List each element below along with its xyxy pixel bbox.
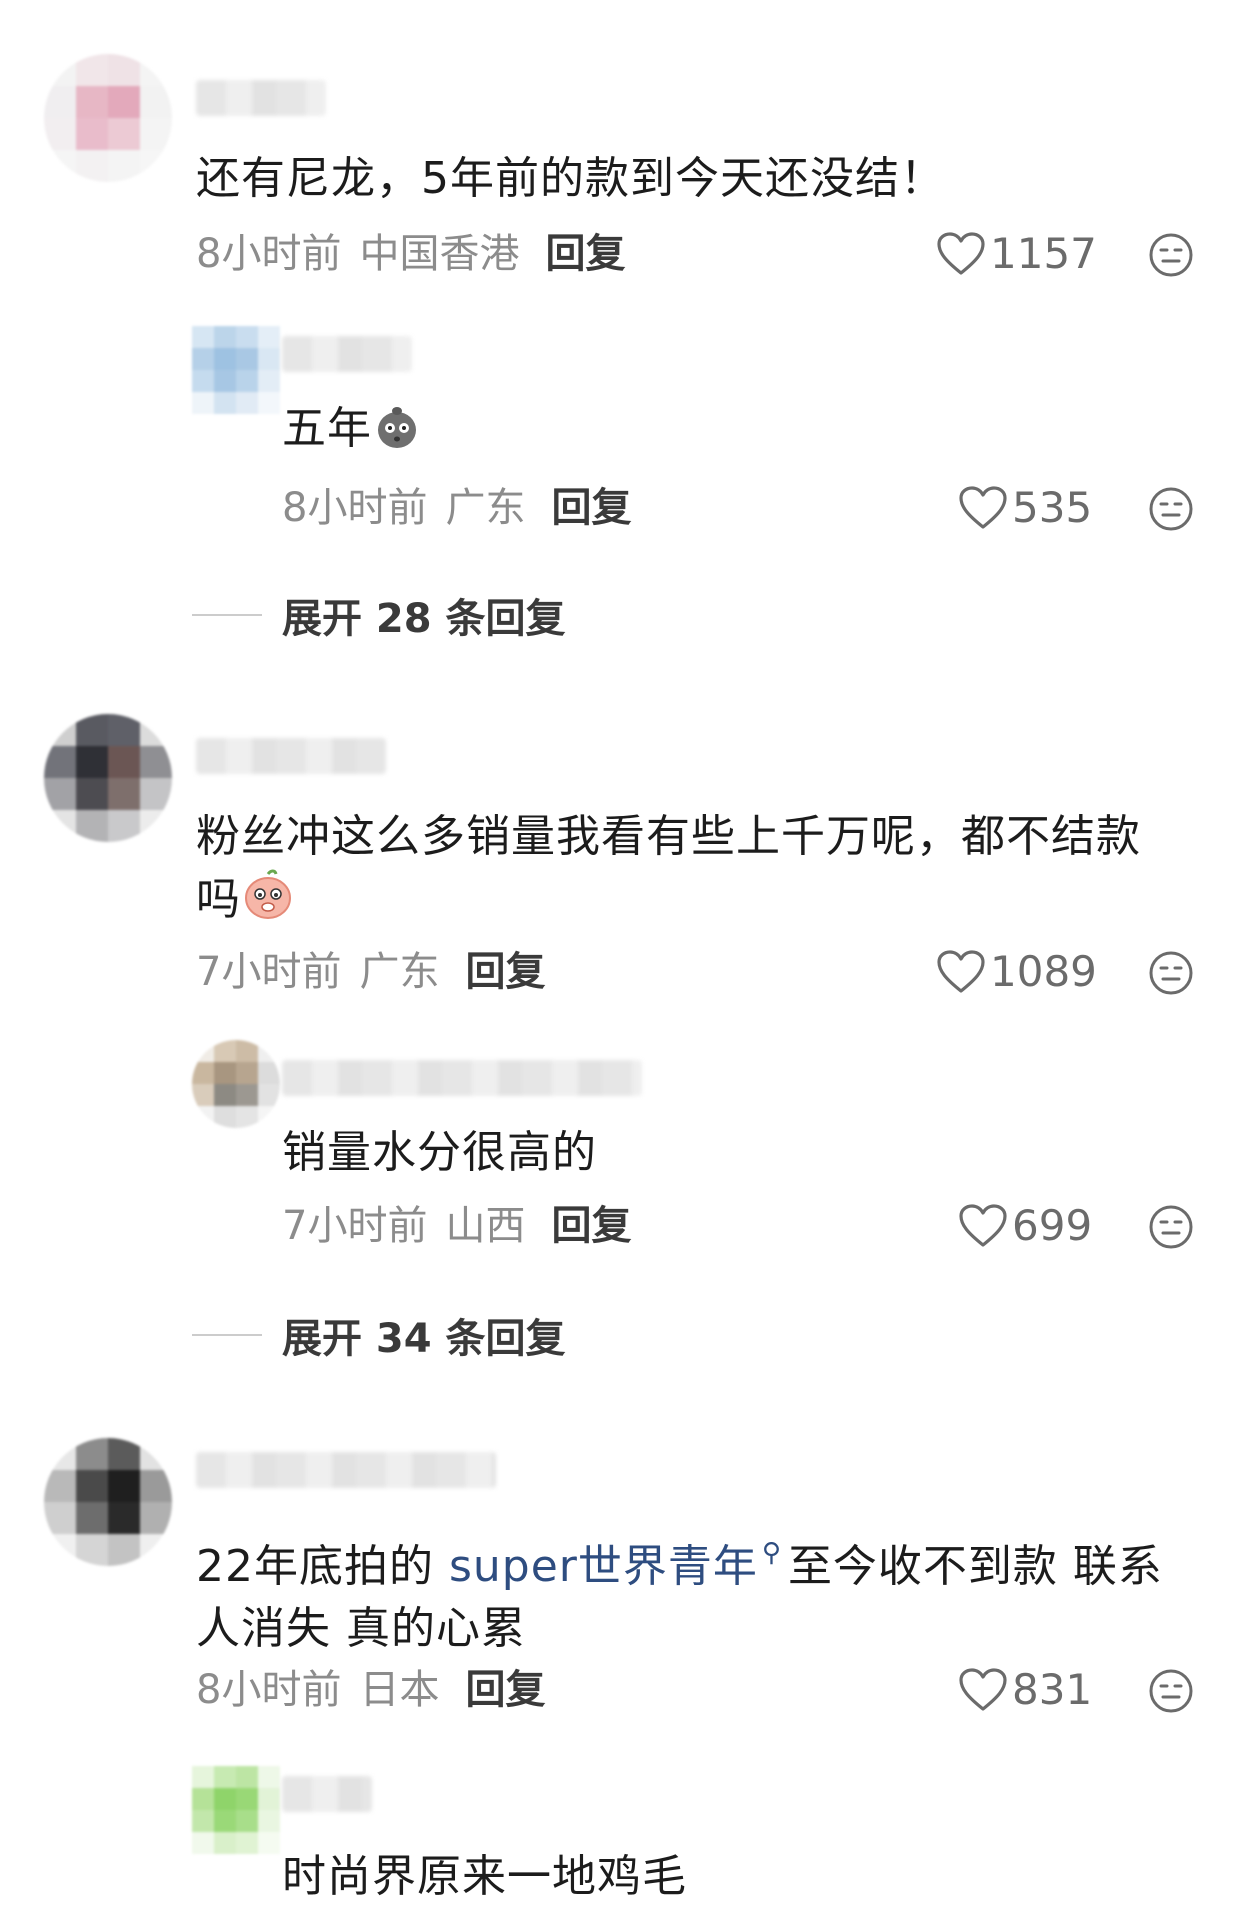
timestamp: 7小时前 bbox=[196, 949, 342, 995]
username-blurred[interactable] bbox=[282, 336, 412, 372]
neutral-face-icon[interactable] bbox=[1148, 1668, 1194, 1714]
reply-text: 销量水分很高的 bbox=[282, 1127, 597, 1178]
timestamp: 7小时前 bbox=[282, 1203, 428, 1249]
location: 山西 bbox=[445, 1203, 526, 1249]
neutral-face-icon[interactable] bbox=[1148, 950, 1194, 996]
comment-text-prefix: 22年底拍的 bbox=[196, 1541, 449, 1592]
reply-meta: 8小时前 广东 回复 bbox=[282, 484, 631, 532]
comment-text: 粉丝冲这么多销量我看有些上千万呢，都不结款 吗 bbox=[196, 806, 1141, 931]
heart-outline-icon bbox=[959, 1668, 1007, 1711]
reply-button[interactable]: 回复 bbox=[465, 949, 545, 995]
like-count: 831 bbox=[1012, 1665, 1093, 1714]
comment-text-line: 22年底拍的 super世界青年 ⚲ 至今收不到款 联系 bbox=[196, 1522, 1163, 1598]
location: 广东 bbox=[359, 949, 440, 995]
like-button[interactable]: 1157 bbox=[936, 230, 1097, 278]
like-button[interactable]: 699 bbox=[958, 1202, 1092, 1250]
comment-text-line: 粉丝冲这么多销量我看有些上千万呢，都不结款 bbox=[196, 811, 1141, 862]
location: 日本 bbox=[359, 1667, 440, 1713]
like-button[interactable]: 831 bbox=[958, 1666, 1092, 1714]
sticker-emoji-icon bbox=[378, 407, 416, 448]
reply-button[interactable]: 回复 bbox=[465, 1667, 545, 1713]
avatar[interactable] bbox=[44, 714, 172, 842]
avatar[interactable] bbox=[192, 1040, 280, 1128]
comment-text: 还有尼龙，5年前的款到今天还没结！ bbox=[196, 153, 945, 204]
username-blurred[interactable] bbox=[196, 80, 326, 116]
comment-meta: 8小时前 中国香港 回复 bbox=[196, 230, 625, 278]
comment-text-line: 人消失 真的心累 bbox=[196, 1603, 526, 1654]
reply-button[interactable]: 回复 bbox=[551, 1203, 631, 1249]
username-blurred[interactable] bbox=[282, 1776, 372, 1812]
avatar[interactable] bbox=[44, 1438, 172, 1566]
reply-meta: 7小时前 山西 回复 bbox=[282, 1202, 631, 1250]
neutral-face-icon[interactable] bbox=[1148, 232, 1194, 278]
heart-outline-icon bbox=[959, 486, 1007, 529]
expand-label: 展开 28 条回复 bbox=[282, 596, 566, 642]
comment-text-tail: 吗 bbox=[196, 874, 241, 925]
divider bbox=[192, 1334, 262, 1336]
location: 中国香港 bbox=[359, 231, 520, 277]
neutral-face-icon[interactable] bbox=[1148, 486, 1194, 532]
location: 广东 bbox=[445, 485, 526, 531]
expand-label: 展开 34 条回复 bbox=[282, 1316, 566, 1362]
sticker-emoji-icon bbox=[245, 869, 291, 919]
timestamp: 8小时前 bbox=[282, 485, 428, 531]
like-count: 1089 bbox=[990, 947, 1097, 996]
neutral-face-icon[interactable] bbox=[1148, 1204, 1194, 1250]
divider bbox=[192, 614, 262, 616]
avatar[interactable] bbox=[44, 54, 172, 182]
comment-list: 还有尼龙，5年前的款到今天还没结！ 8小时前 中国香港 回复 1157 五年 8小时… bbox=[0, 0, 1256, 1912]
comment-meta: 7小时前 广东 回复 bbox=[196, 948, 545, 996]
avatar[interactable] bbox=[192, 326, 280, 414]
expand-replies-button[interactable]: 展开 34 条回复 bbox=[192, 1306, 566, 1364]
reply-button[interactable]: 回复 bbox=[551, 485, 631, 531]
username-blurred[interactable] bbox=[196, 738, 386, 774]
like-count: 535 bbox=[1012, 483, 1093, 532]
like-button[interactable]: 1089 bbox=[936, 948, 1097, 996]
heart-outline-icon bbox=[959, 1204, 1007, 1247]
comment-meta: 8小时前 日本 回复 bbox=[196, 1666, 545, 1714]
comment-text-line: 吗 bbox=[196, 868, 1141, 931]
username-blurred[interactable] bbox=[282, 1060, 642, 1096]
like-count: 1157 bbox=[990, 229, 1097, 278]
expand-replies-button[interactable]: 展开 28 条回复 bbox=[192, 586, 566, 644]
timestamp: 8小时前 bbox=[196, 231, 342, 277]
avatar[interactable] bbox=[192, 1766, 280, 1854]
search-icon[interactable]: ⚲ bbox=[762, 1538, 782, 1568]
like-button[interactable]: 535 bbox=[958, 484, 1092, 532]
reply-text-content: 五年 bbox=[282, 403, 372, 454]
reply-text: 五年 bbox=[282, 398, 422, 460]
comment-text-suffix: 至今收不到款 联系 bbox=[787, 1541, 1163, 1592]
reply-text: 时尚界原来一地鸡毛 bbox=[282, 1851, 687, 1902]
heart-outline-icon bbox=[937, 950, 985, 993]
comment-text: 22年底拍的 super世界青年 ⚲ 至今收不到款 联系 人消失 真的心累 bbox=[196, 1522, 1163, 1660]
reply-button[interactable]: 回复 bbox=[545, 231, 625, 277]
heart-outline-icon bbox=[937, 232, 985, 275]
timestamp: 8小时前 bbox=[196, 1667, 342, 1713]
username-blurred[interactable] bbox=[196, 1452, 496, 1488]
topic-link[interactable]: super世界青年 bbox=[449, 1541, 758, 1592]
like-count: 699 bbox=[1012, 1201, 1093, 1250]
